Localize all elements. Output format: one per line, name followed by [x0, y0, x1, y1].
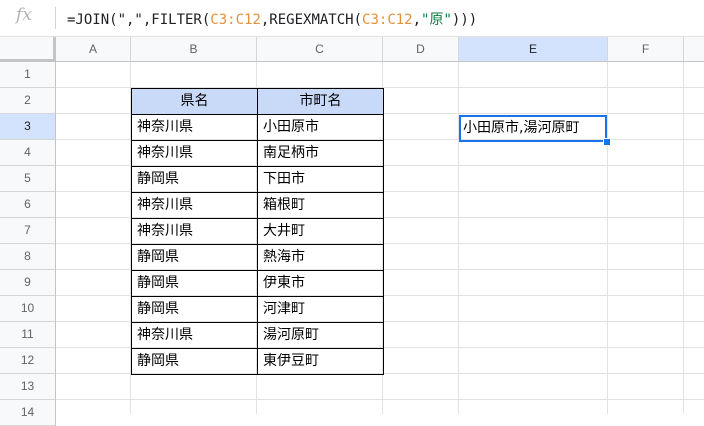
formula-string-literal: "原" [421, 12, 452, 28]
table-cell-prefecture[interactable]: 神奈川県 [131, 192, 258, 219]
active-cell-outline [459, 115, 607, 142]
row-header-5[interactable]: 5 [0, 166, 56, 192]
row-header-3[interactable]: 3 [0, 114, 56, 140]
column-header-f[interactable]: F [608, 37, 684, 62]
formula-part: =JOIN(",",FILTER( [67, 12, 211, 28]
function-icon: fx [16, 5, 32, 25]
table-cell-prefecture[interactable]: 静岡県 [131, 348, 258, 375]
table-cell-municipality[interactable]: 伊東市 [257, 270, 384, 297]
table-cell-prefecture[interactable]: 神奈川県 [131, 114, 258, 141]
column-header-b[interactable]: B [131, 37, 257, 62]
table-cell-municipality[interactable]: 湯河原町 [257, 322, 384, 349]
column-header-d[interactable]: D [383, 37, 459, 62]
gridline [607, 62, 608, 414]
formula-bar: fx =JOIN(",",FILTER(C3:C12,REGEXMATCH(C3… [0, 0, 704, 37]
table-cell-municipality[interactable]: 小田原市 [257, 114, 384, 141]
gridline [56, 399, 704, 400]
formula-part: ))) [451, 12, 478, 28]
select-all-corner[interactable] [0, 37, 56, 62]
table-cell-prefecture[interactable]: 神奈川県 [131, 322, 258, 349]
table-cell-prefecture[interactable]: 静岡県 [131, 296, 258, 323]
row-header-2[interactable]: 2 [0, 88, 56, 114]
formula-bar-divider [55, 7, 56, 29]
table-cell-municipality[interactable]: 南足柄市 [257, 140, 384, 167]
table-cell-municipality[interactable]: 河津町 [257, 296, 384, 323]
table-cell-prefecture[interactable]: 神奈川県 [131, 218, 258, 245]
row-header-14[interactable]: 14 [0, 400, 56, 426]
formula-part: , [412, 12, 422, 28]
formula-range-ref: C3:C12 [362, 12, 413, 28]
row-header-9[interactable]: 9 [0, 270, 56, 296]
table-cell-prefecture[interactable]: 静岡県 [131, 166, 258, 193]
row-header-11[interactable]: 11 [0, 322, 56, 348]
row-header-6[interactable]: 6 [0, 192, 56, 218]
column-header-c[interactable]: C [257, 37, 383, 62]
row-header-4[interactable]: 4 [0, 140, 56, 166]
column-header-g[interactable] [684, 37, 704, 62]
table-header-prefecture[interactable]: 県名 [131, 88, 258, 115]
row-header-8[interactable]: 8 [0, 244, 56, 270]
row-header-7[interactable]: 7 [0, 218, 56, 244]
table-cell-prefecture[interactable]: 静岡県 [131, 244, 258, 271]
table-cell-municipality[interactable]: 大井町 [257, 218, 384, 245]
row-header-12[interactable]: 12 [0, 348, 56, 374]
row-header-10[interactable]: 10 [0, 296, 56, 322]
table-cell-municipality[interactable]: 東伊豆町 [257, 348, 384, 375]
table-cell-prefecture[interactable]: 神奈川県 [131, 140, 258, 167]
gridline [683, 62, 684, 414]
table-cell-prefecture[interactable]: 静岡県 [131, 270, 258, 297]
table-header-municipality[interactable]: 市町名 [257, 88, 384, 115]
table-cell-municipality[interactable]: 熱海市 [257, 244, 384, 271]
row-header-13[interactable]: 13 [0, 374, 56, 400]
column-header-a[interactable]: A [56, 37, 131, 62]
formula-range-ref: C3:C12 [210, 12, 261, 28]
row-header-1[interactable]: 1 [0, 62, 56, 88]
table-cell-municipality[interactable]: 下田市 [257, 166, 384, 193]
formula-input[interactable]: =JOIN(",",FILTER(C3:C12,REGEXMATCH(C3:C1… [67, 9, 477, 29]
table-cell-municipality[interactable]: 箱根町 [257, 192, 384, 219]
fill-handle[interactable] [603, 138, 611, 146]
formula-part: ,REGEXMATCH( [260, 12, 363, 28]
column-header-e[interactable]: E [459, 37, 608, 62]
